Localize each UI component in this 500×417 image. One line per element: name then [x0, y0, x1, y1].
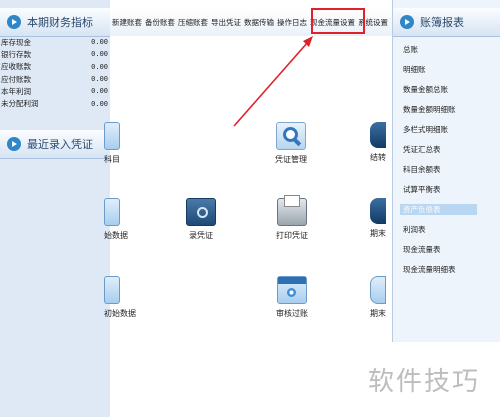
tile-period-end-2[interactable]: 期末: [370, 276, 386, 319]
tile-label: 期末: [370, 229, 386, 238]
report-detail-ledger[interactable]: 明细账: [403, 64, 499, 75]
arrow-circle-icon: [7, 15, 21, 29]
printer-icon: [277, 195, 307, 226]
carry-forward-icon: [370, 122, 386, 148]
toolbar-backup-account-set[interactable]: 备份账套: [145, 17, 175, 28]
watermark-text: 软件技巧: [367, 367, 480, 397]
tile-label: 凭证管理: [275, 155, 307, 164]
recent-vouchers-title: 最近录入凭证: [27, 138, 93, 151]
tile-label: 初始数据: [104, 309, 136, 318]
report-general-ledger[interactable]: 总账: [403, 44, 499, 55]
finance-label: 库存现金: [1, 37, 31, 47]
finance-value: 0.00: [91, 62, 108, 71]
report-income-statement[interactable]: 利润表: [403, 224, 499, 235]
tile-audit-posting[interactable]: 审核过账: [276, 276, 308, 319]
reports-header[interactable]: 账簿报表: [393, 8, 500, 37]
tile-label: 录凭证: [189, 231, 213, 240]
tile-label: 始数据: [104, 231, 128, 240]
toolbar-data-transfer[interactable]: 数据传输: [244, 17, 274, 28]
report-voucher-summary[interactable]: 凭证汇总表: [403, 144, 499, 155]
tile-label: 科目: [104, 155, 120, 164]
report-cash-flow-detail[interactable]: 现金流量明细表: [403, 264, 499, 275]
finance-label: 本年利润: [1, 86, 31, 96]
recent-vouchers-header[interactable]: 最近录入凭证: [0, 130, 110, 159]
search-icon: [276, 122, 306, 150]
highlight-box: [311, 8, 365, 34]
tile-enter-voucher[interactable]: 录凭证: [186, 198, 216, 241]
report-quantity-amount-general[interactable]: 数量金额总账: [403, 84, 499, 95]
arrow-circle-icon: [400, 15, 414, 29]
report-trial-balance[interactable]: 试算平衡表: [403, 184, 499, 195]
finance-row: 银行存款 0.00: [0, 48, 110, 60]
finance-label: 未分配利润: [1, 99, 39, 109]
report-quantity-amount-detail[interactable]: 数量金额明细账: [403, 104, 499, 115]
tile-initial-data[interactable]: 初始数据: [104, 276, 136, 319]
toolbar-compress-account-set[interactable]: 压缩账套: [178, 17, 208, 28]
calendar-icon: [104, 122, 120, 150]
finance-row: 未分配利润 0.00: [0, 97, 110, 109]
report-list: 总账 明细账 数量金额总账 数量金额明细账 多栏式明细账 凭证汇总表 科目余额表…: [400, 44, 499, 284]
monitor-icon: [104, 198, 120, 226]
left-panel: 本期财务指标 库存现金 0.00 银行存款 0.00 应收账款 0.00 应付账…: [0, 0, 110, 417]
tile-label: 结转: [370, 153, 386, 162]
tile-carry-forward[interactable]: 结转: [370, 122, 386, 163]
tile-label: 期末: [370, 309, 386, 318]
tile-period-end[interactable]: 期末: [370, 198, 386, 239]
tile-label: 审核过账: [276, 309, 308, 318]
finance-value: 0.00: [91, 50, 108, 59]
finance-indicators-title: 本期财务指标: [27, 16, 93, 29]
toolbar-new-account-set[interactable]: 新建账套: [112, 17, 142, 28]
tile-initial-data-partial[interactable]: 始数据: [104, 198, 128, 241]
finance-value: 0.00: [91, 99, 108, 108]
finance-row: 应付账款 0.00: [0, 73, 110, 85]
tile-subjects[interactable]: 科目: [104, 122, 120, 165]
safe-icon: [186, 198, 216, 226]
finance-indicator-list: 库存现金 0.00 银行存款 0.00 应收账款 0.00 应付账款 0.00 …: [0, 36, 110, 110]
report-account-balance[interactable]: 科目余额表: [403, 164, 499, 175]
tile-label: 打印凭证: [276, 231, 308, 240]
arrow-circle-icon: [7, 137, 21, 151]
report-multi-column-detail[interactable]: 多栏式明细账: [403, 124, 499, 135]
finance-value: 0.00: [91, 38, 108, 47]
period-end-icon: [370, 276, 386, 304]
finance-indicators-header[interactable]: 本期财务指标: [0, 8, 110, 37]
finance-value: 0.00: [91, 75, 108, 84]
tile-print-voucher[interactable]: 打印凭证: [276, 195, 308, 241]
finance-value: 0.00: [91, 87, 108, 96]
finance-row: 应收账款 0.00: [0, 61, 110, 73]
finance-label: 应收账款: [1, 62, 31, 72]
report-cash-flow[interactable]: 现金流量表: [403, 244, 499, 255]
toolbar-operation-log[interactable]: 操作日志: [277, 17, 307, 28]
report-balance-sheet[interactable]: 资产负债表: [400, 204, 477, 215]
initial-data-icon: [104, 276, 120, 304]
finance-row: 本年利润 0.00: [0, 85, 110, 97]
finance-label: 银行存款: [1, 49, 31, 59]
calendar-globe-icon: [277, 276, 307, 304]
watermark: 软件技巧: [348, 342, 500, 417]
reports-title: 账簿报表: [420, 16, 464, 29]
tile-voucher-management[interactable]: 凭证管理: [275, 122, 307, 165]
finance-row: 库存现金 0.00: [0, 36, 110, 48]
finance-label: 应付账款: [1, 74, 31, 84]
toolbar-export-voucher[interactable]: 导出凭证: [211, 17, 241, 28]
period-end-icon: [370, 198, 386, 224]
